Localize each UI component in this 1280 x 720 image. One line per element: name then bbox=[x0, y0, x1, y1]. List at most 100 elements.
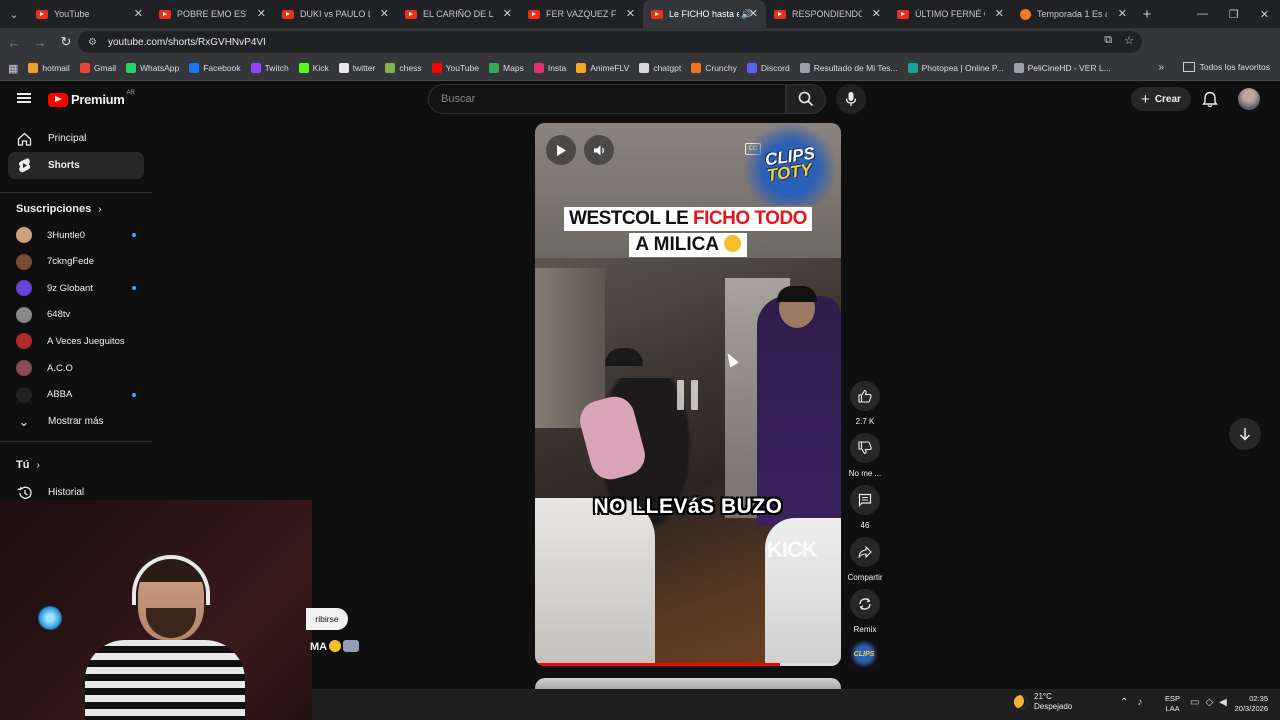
bookmark-item[interactable]: WhatsApp bbox=[126, 63, 179, 73]
bookmark-item[interactable]: Kick bbox=[298, 63, 329, 73]
tab-close-icon[interactable]: ✕ bbox=[503, 7, 512, 20]
search-icon bbox=[798, 91, 814, 107]
remix-action[interactable]: Remix bbox=[847, 589, 883, 634]
bookmark-item[interactable]: Gmail bbox=[79, 63, 116, 73]
chevron-up-icon[interactable]: ⌃ bbox=[1120, 697, 1128, 708]
subscription-item[interactable]: 648tv bbox=[16, 304, 136, 326]
install-app-icon[interactable]: ⧉ bbox=[1104, 34, 1112, 47]
browser-tab[interactable]: ÚLTIMO FERNÉ CON ✕ bbox=[889, 0, 1012, 28]
forward-icon[interactable]: → bbox=[28, 30, 52, 54]
subscription-item[interactable]: 9z Globant bbox=[16, 277, 136, 299]
subscription-name: ABBA bbox=[47, 389, 73, 401]
channel-avatar[interactable]: CLIPS bbox=[850, 640, 878, 668]
bookmark-item[interactable]: Discord bbox=[746, 63, 790, 73]
bookmark-item[interactable]: YouTube bbox=[431, 63, 479, 73]
tab-close-icon[interactable]: ✕ bbox=[626, 7, 635, 20]
subscribe-button[interactable]: ribirse bbox=[306, 608, 348, 630]
dislike-button[interactable] bbox=[850, 433, 880, 463]
bookmark-item[interactable]: Resultado de Mi Tes... bbox=[799, 63, 898, 73]
all-bookmarks[interactable]: » Todos los favoritos bbox=[1158, 62, 1270, 73]
subscription-item[interactable]: A Veces Jueguitos bbox=[16, 330, 136, 352]
more-bookmarks-icon[interactable]: » bbox=[1158, 62, 1164, 73]
bookmark-item[interactable]: twitter bbox=[338, 63, 375, 73]
restore-icon[interactable]: ❐ bbox=[1218, 0, 1249, 28]
browser-tab[interactable]: DUKI vs PAULO LOND ✕ bbox=[274, 0, 397, 28]
remix-button[interactable] bbox=[850, 589, 880, 619]
input-language[interactable]: ESP LAA bbox=[1165, 694, 1180, 714]
dislike-action[interactable]: No me ... bbox=[847, 433, 883, 478]
thumbs-down-icon bbox=[858, 441, 872, 455]
bookmark-item[interactable]: Photopea | Online P... bbox=[907, 63, 1004, 73]
you-heading[interactable]: Tú › bbox=[16, 459, 40, 471]
next-video-button[interactable] bbox=[1229, 418, 1261, 450]
voice-search-button[interactable] bbox=[836, 84, 866, 114]
bookmark-item[interactable]: AnimeFLV bbox=[576, 63, 629, 73]
site-info-icon[interactable]: ⚙ bbox=[88, 37, 102, 48]
bookmark-item[interactable]: PeliCineHD - VER L... bbox=[1013, 63, 1111, 73]
share-button[interactable] bbox=[850, 537, 880, 567]
search-button[interactable] bbox=[786, 84, 826, 114]
like-button[interactable] bbox=[850, 381, 880, 411]
browser-tab[interactable]: YouTube ✕ bbox=[28, 0, 151, 28]
tab-search-dropdown[interactable]: ⌄ bbox=[0, 0, 28, 28]
browser-tab[interactable]: Le FICHO hasta el 🔊 ✕ bbox=[643, 0, 766, 28]
comments-button[interactable] bbox=[850, 485, 880, 515]
tab-close-icon[interactable]: ✕ bbox=[257, 7, 266, 20]
title-line1-black: WESTCOL LE bbox=[569, 208, 689, 229]
subscription-item[interactable]: 7ckngFede bbox=[16, 251, 136, 273]
tab-title: FER VAZQUEZ FULMI bbox=[546, 9, 616, 19]
bookmark-item[interactable]: hotmail bbox=[28, 63, 70, 73]
bookmark-item[interactable]: chatgpt bbox=[639, 63, 681, 73]
weather-widget[interactable]: 21°C Despejado bbox=[1014, 692, 1072, 712]
browser-tab[interactable]: RESPONDIENDO PRE ✕ bbox=[766, 0, 889, 28]
bookmark-item[interactable]: Twitch bbox=[250, 63, 289, 73]
bookmark-item[interactable]: chess bbox=[385, 63, 422, 73]
browser-tab[interactable]: Temporada 1 Es algo ✕ bbox=[1012, 0, 1135, 28]
bookmark-item[interactable]: Facebook bbox=[189, 63, 241, 73]
share-action[interactable]: Compartir bbox=[847, 537, 883, 582]
menu-icon[interactable] bbox=[17, 93, 31, 103]
mic-tray-icon[interactable]: ♪ bbox=[1137, 697, 1142, 708]
bookmark-star-icon[interactable]: ☆ bbox=[1124, 34, 1134, 47]
bookmark-item[interactable]: Crunchy bbox=[691, 63, 737, 73]
close-window-icon[interactable]: ✕ bbox=[1249, 0, 1280, 28]
tab-close-icon[interactable]: ✕ bbox=[134, 7, 143, 20]
browser-tab[interactable]: POBRE EMO ESTA EN ✕ bbox=[151, 0, 274, 28]
notifications-bell-icon[interactable] bbox=[1202, 91, 1218, 108]
youtube-logo[interactable]: Premium AR bbox=[48, 90, 135, 107]
sidebar-item-principal[interactable]: Principal bbox=[8, 125, 144, 152]
quick-settings[interactable]: ▭ ◇ ◀ bbox=[1190, 697, 1227, 708]
show-more-button[interactable]: ⌄ Mostrar más bbox=[8, 408, 144, 435]
subscription-item[interactable]: ABBA bbox=[16, 384, 136, 406]
video-progress-bar[interactable] bbox=[535, 663, 841, 666]
reload-icon[interactable]: ↻ bbox=[54, 30, 78, 54]
tab-close-icon[interactable]: ✕ bbox=[749, 7, 758, 20]
browser-tab[interactable]: FER VAZQUEZ FULMI ✕ bbox=[520, 0, 643, 28]
create-button[interactable]: + Crear bbox=[1131, 87, 1191, 111]
subscriptions-heading[interactable]: Suscripciones › bbox=[16, 203, 102, 215]
search-input[interactable]: Buscar bbox=[428, 84, 786, 114]
comments-action[interactable]: 46 bbox=[847, 485, 883, 530]
tab-close-icon[interactable]: ✕ bbox=[872, 7, 881, 20]
subscription-item[interactable]: A.C.O bbox=[16, 357, 136, 379]
new-tab-button[interactable]: + bbox=[1135, 6, 1159, 23]
subscription-item[interactable]: 3Huntle0 bbox=[16, 224, 136, 246]
tab-close-icon[interactable]: ✕ bbox=[995, 7, 1004, 20]
url-bar[interactable]: ⚙ youtube.com/shorts/RxGVHNvP4VI ⧉ ☆ bbox=[78, 31, 1142, 53]
tab-close-icon[interactable]: ✕ bbox=[1118, 7, 1127, 20]
sidebar-item-shorts[interactable]: Shorts bbox=[8, 152, 144, 179]
browser-tab[interactable]: EL CARIÑO DE LA GE ✕ bbox=[397, 0, 520, 28]
tab-close-icon[interactable]: ✕ bbox=[380, 7, 389, 20]
account-avatar[interactable] bbox=[1238, 88, 1260, 110]
volume-button[interactable] bbox=[584, 135, 614, 165]
apps-grid-icon[interactable]: ▦ bbox=[8, 62, 18, 75]
like-action[interactable]: 2.7 K bbox=[847, 381, 883, 426]
bookmark-item[interactable]: Maps bbox=[489, 63, 524, 73]
shorts-video-player[interactable]: CC CLIPS TOTY WESTCOL LE FICHO TODO A MI… bbox=[535, 123, 841, 666]
pause-icon[interactable] bbox=[677, 380, 698, 410]
minimize-icon[interactable]: — bbox=[1187, 0, 1218, 28]
clock[interactable]: 02:35 20/3/2026 bbox=[1230, 694, 1268, 714]
play-button[interactable] bbox=[546, 135, 576, 165]
back-icon[interactable]: ← bbox=[2, 30, 26, 54]
bookmark-item[interactable]: Insta bbox=[533, 63, 566, 73]
